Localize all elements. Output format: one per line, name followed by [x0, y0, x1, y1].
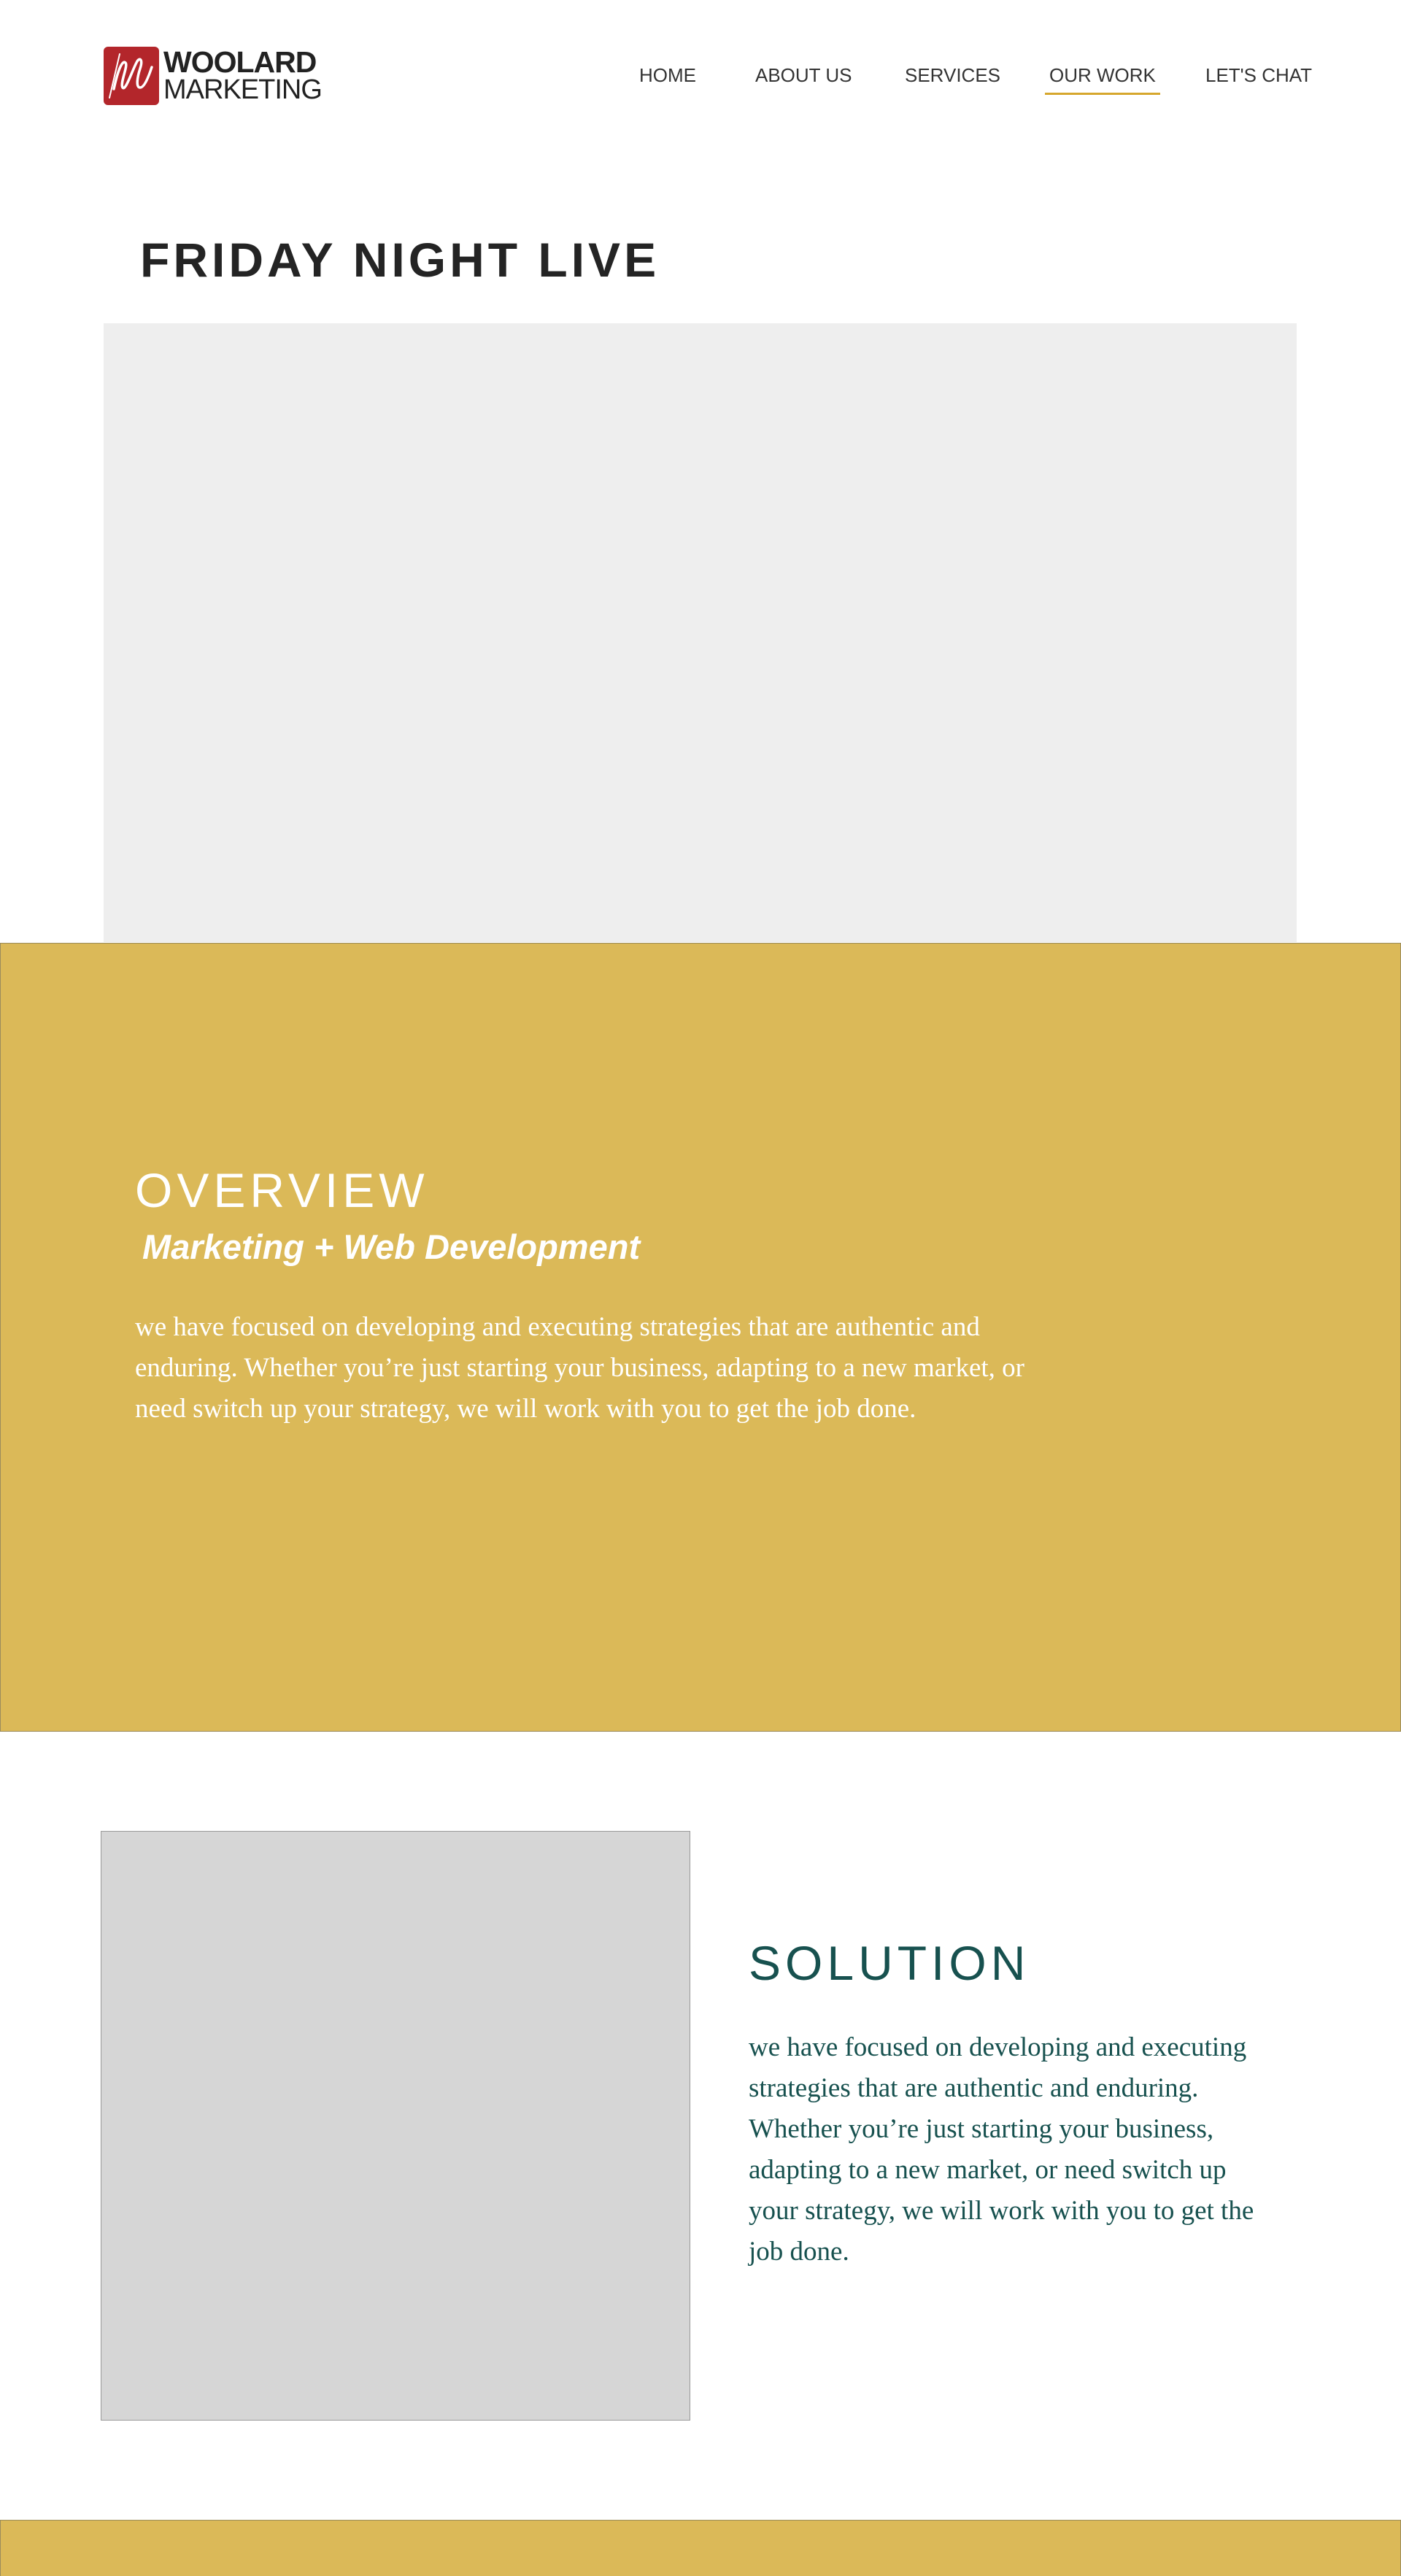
overview-subheading: Marketing + Web Development: [142, 1227, 641, 1266]
main-navigation: HOME ABOUT US SERVICES OUR WORK LET'S CH…: [0, 64, 1401, 95]
next-section-band: [0, 2520, 1401, 2576]
nav-item-our-work[interactable]: OUR WORK: [1045, 64, 1160, 95]
hero-image-placeholder: [104, 323, 1297, 942]
solution-image-placeholder: [101, 1831, 690, 2421]
page-title: FRIDAY NIGHT LIVE: [140, 233, 660, 287]
overview-body-text: we have focused on developing and execut…: [135, 1312, 1024, 1424]
solution-body-text: we have focused on developing and execut…: [749, 2032, 1254, 2267]
nav-item-about-us[interactable]: ABOUT US: [755, 64, 852, 87]
nav-item-home[interactable]: HOME: [639, 64, 696, 87]
nav-item-services[interactable]: SERVICES: [905, 64, 1000, 87]
nav-item-lets-chat[interactable]: LET'S CHAT: [1205, 64, 1312, 87]
solution-heading: SOLUTION: [749, 1936, 1030, 1990]
overview-section: OVERVIEW Marketing + Web Development we …: [0, 943, 1401, 1732]
overview-heading: OVERVIEW: [135, 1163, 429, 1217]
